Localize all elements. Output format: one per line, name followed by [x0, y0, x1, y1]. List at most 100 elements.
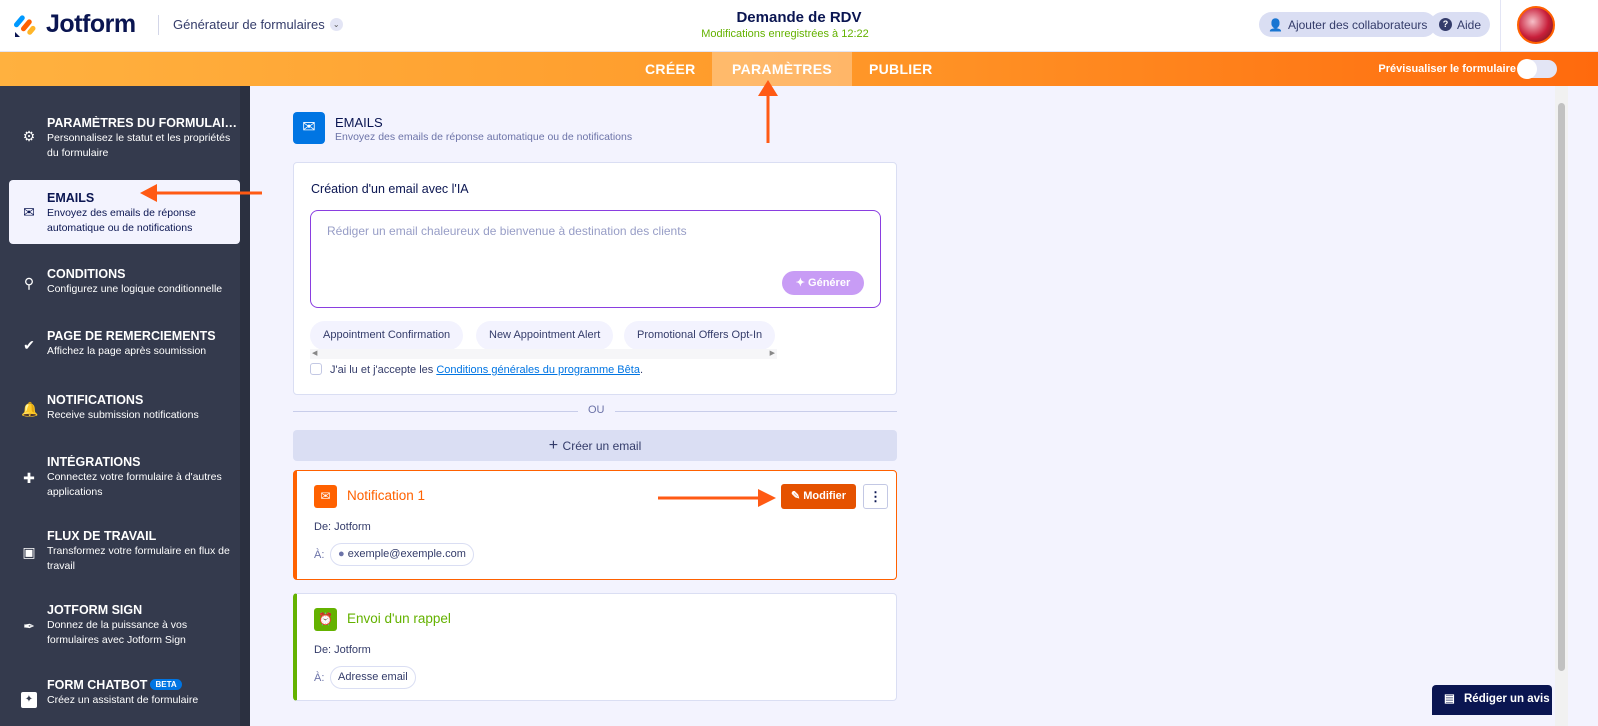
beta-badge: BETA: [150, 679, 182, 690]
help-button[interactable]: ? Aide: [1430, 12, 1491, 37]
main-nav: CRÉER PARAMÈTRES PUBLIER Prévisualiser l…: [0, 52, 1598, 86]
help-icon: ?: [1439, 18, 1452, 31]
envelope-icon: ✉: [293, 112, 325, 144]
preview-toggle[interactable]: [1517, 59, 1557, 79]
plus-icon: +: [548, 437, 563, 454]
ai-prompt-placeholder: Rédiger un email chaleureux de bienvenue…: [327, 224, 687, 238]
check-circle-icon: ✔: [23, 337, 35, 353]
sidebar-item-desc: Créez un assistant de formulaire: [47, 694, 199, 706]
sidebar-item-workflow[interactable]: ▣ FLUX DE TRAVAIL Transformez votre formul…: [9, 529, 240, 574]
generate-button[interactable]: ✦ Générer: [782, 271, 864, 295]
gear-icon: ⚙: [22, 128, 36, 144]
more-options-button[interactable]: ⋮: [863, 484, 888, 509]
avatar[interactable]: [1517, 6, 1555, 44]
ai-email-card: Création d'un email avec l'IA Rédiger un…: [293, 162, 897, 395]
sidebar-item-title: FORM CHATBOT: [47, 678, 148, 692]
sidebar-item-form-chatbot[interactable]: ✦ FORM CHATBOT BETA Créez un assistant de f…: [9, 678, 240, 708]
recipient-chip: Adresse email: [330, 666, 416, 689]
email-card-notification[interactable]: ✉ Notification 1 ✎ Modifier ⋮ De: Jotfor…: [293, 470, 897, 580]
sidebar-item-title: JOTFORM SIGN: [47, 603, 143, 617]
write-review-button[interactable]: ▤ Rédiger un avis: [1432, 685, 1552, 715]
scroll-left-icon: ◀: [312, 350, 318, 357]
email-title: Envoi d'un rappel: [347, 611, 451, 626]
create-email-label: Créer un email: [562, 439, 642, 453]
generate-label: Générer: [808, 277, 851, 289]
sidebar-item-thank-you[interactable]: ✔ PAGE DE REMERCIEMENTS Affichez la page a…: [9, 329, 240, 359]
alarm-clock-icon: ⏰: [314, 608, 337, 631]
sidebar-item-title: FLUX DE TRAVAIL: [47, 529, 157, 543]
terms-prefix: J'ai lu et j'accepte les: [330, 364, 437, 376]
create-email-button[interactable]: + Créer un email: [293, 430, 897, 461]
sidebar-item-title: INTÉGRATIONS: [47, 455, 141, 469]
chatbot-icon: ✦: [21, 692, 37, 708]
sidebar-item-integrations[interactable]: ✚ INTÉGRATIONS Connectez votre formulaire …: [9, 455, 240, 500]
review-icon: ▤: [1444, 693, 1455, 705]
pencil-icon: ✎: [790, 490, 804, 502]
sidebar-item-desc: Transformez votre formulaire en flux de …: [47, 545, 230, 572]
sidebar-item-desc: Envoyez des emails de réponse automatiqu…: [47, 207, 196, 234]
sidebar-item-desc: Personnalisez le statut et les propriété…: [47, 132, 231, 159]
notification-envelope-icon: ✉: [314, 485, 337, 508]
ai-card-title: Création d'un email avec l'IA: [311, 182, 469, 196]
puzzle-icon: ✚: [23, 470, 35, 486]
tab-settings[interactable]: PARAMÈTRES: [712, 52, 852, 86]
email-title: Notification 1: [347, 488, 426, 503]
user-icon: 👤: [1268, 17, 1283, 32]
sidebar-item-desc: Affichez la page après soumission: [47, 345, 207, 357]
add-collaborators-button[interactable]: 👤 Ajouter des collaborateurs: [1259, 12, 1437, 37]
scrollbar-thumb[interactable]: [1558, 103, 1565, 671]
sidebar-scrollbar[interactable]: [240, 86, 250, 726]
divider: [1500, 0, 1501, 52]
sparkle-icon: ✦: [795, 277, 809, 289]
suggestion-chip[interactable]: Appointment Confirmation: [310, 321, 464, 350]
suggestion-chip[interactable]: New Appointment Alert: [476, 321, 614, 350]
email-from: De: Jotform: [314, 644, 371, 656]
envelope-icon: ✉: [23, 204, 35, 220]
sidebar-item-emails[interactable]: ✉ EMAILS Envoyez des emails de réponse aut…: [9, 180, 240, 244]
section-title: EMAILS: [335, 115, 383, 130]
sidebar-item-form-settings[interactable]: ⚙ PARAMÈTRES DU FORMULAIRE Personnalisez l…: [9, 116, 240, 161]
sidebar-item-desc: Connectez votre formulaire à d'autres ap…: [47, 471, 222, 498]
sidebar-item-desc: Receive submission notifications: [47, 409, 199, 421]
tab-publish[interactable]: PUBLIER: [849, 52, 953, 86]
recipient: exemple@exemple.com: [347, 548, 466, 560]
conditions-icon: ⚲: [23, 275, 35, 291]
sidebar-item-notifications[interactable]: 🔔 NOTIFICATIONS Receive submission notific…: [9, 393, 240, 423]
edit-button[interactable]: ✎ Modifier: [781, 484, 856, 509]
sidebar-item-title: EMAILS: [47, 191, 95, 205]
help-label: Aide: [1457, 17, 1482, 32]
terms-suffix: .: [639, 364, 643, 376]
email-to-label: À:: [314, 549, 325, 561]
sidebar-item-title: NOTIFICATIONS: [47, 393, 144, 407]
suggestion-chip[interactable]: Promotional Offers Opt-In: [624, 321, 776, 350]
recipient-chip: ● exemple@exemple.com: [330, 543, 474, 566]
suggestions-scrollbar[interactable]: ◀ ▶: [310, 349, 777, 359]
terms-checkbox[interactable]: [310, 363, 322, 375]
sidebar-item-desc: Donnez de la puissance à vos formulaires…: [47, 619, 188, 646]
sidebar-item-title: PARAMÈTRES DU FORMULAIRE: [47, 116, 240, 130]
email-from: De: Jotform: [314, 521, 371, 533]
sidebar-item-title: PAGE DE REMERCIEMENTS: [47, 329, 216, 343]
terms-text: J'ai lu et j'accepte les Conditions géné…: [330, 364, 643, 376]
edit-label: Modifier: [803, 490, 847, 502]
email-card-reminder[interactable]: ⏰ Envoi d'un rappel De: Jotform À: Adres…: [293, 593, 897, 701]
section-desc: Envoyez des emails de réponse automatiqu…: [335, 131, 633, 143]
pen-nib-icon: ✒: [23, 618, 35, 634]
or-separator: OU: [578, 404, 615, 416]
tab-create[interactable]: CRÉER: [625, 52, 716, 86]
sidebar-item-conditions[interactable]: ⚲ CONDITIONS Configurez une logique condit…: [9, 267, 240, 297]
user-circle-icon: ●: [338, 548, 345, 560]
ai-prompt-input[interactable]: Rédiger un email chaleureux de bienvenue…: [310, 210, 881, 308]
terms-link[interactable]: Conditions générales du programme Bêta: [436, 364, 640, 376]
add-collaborators-label: Ajouter des collaborateurs: [1287, 17, 1428, 32]
review-label: Rédiger un avis: [1464, 693, 1550, 705]
top-header: Jotform Générateur de formulaires ⌄ Deman…: [0, 0, 1598, 52]
sidebar-item-jotform-sign[interactable]: ✒ JOTFORM SIGN Donnez de la puissance à vo…: [9, 603, 240, 648]
bell-icon: 🔔: [21, 401, 39, 417]
scroll-right-icon: ▶: [769, 350, 775, 357]
sidebar-item-desc: Configurez une logique conditionnelle: [47, 283, 223, 295]
sidebar-item-title: CONDITIONS: [47, 267, 126, 281]
workflow-icon: ▣: [22, 544, 36, 560]
email-to-label: À:: [314, 672, 325, 684]
preview-label: Prévisualiser le formulaire: [1378, 63, 1516, 75]
